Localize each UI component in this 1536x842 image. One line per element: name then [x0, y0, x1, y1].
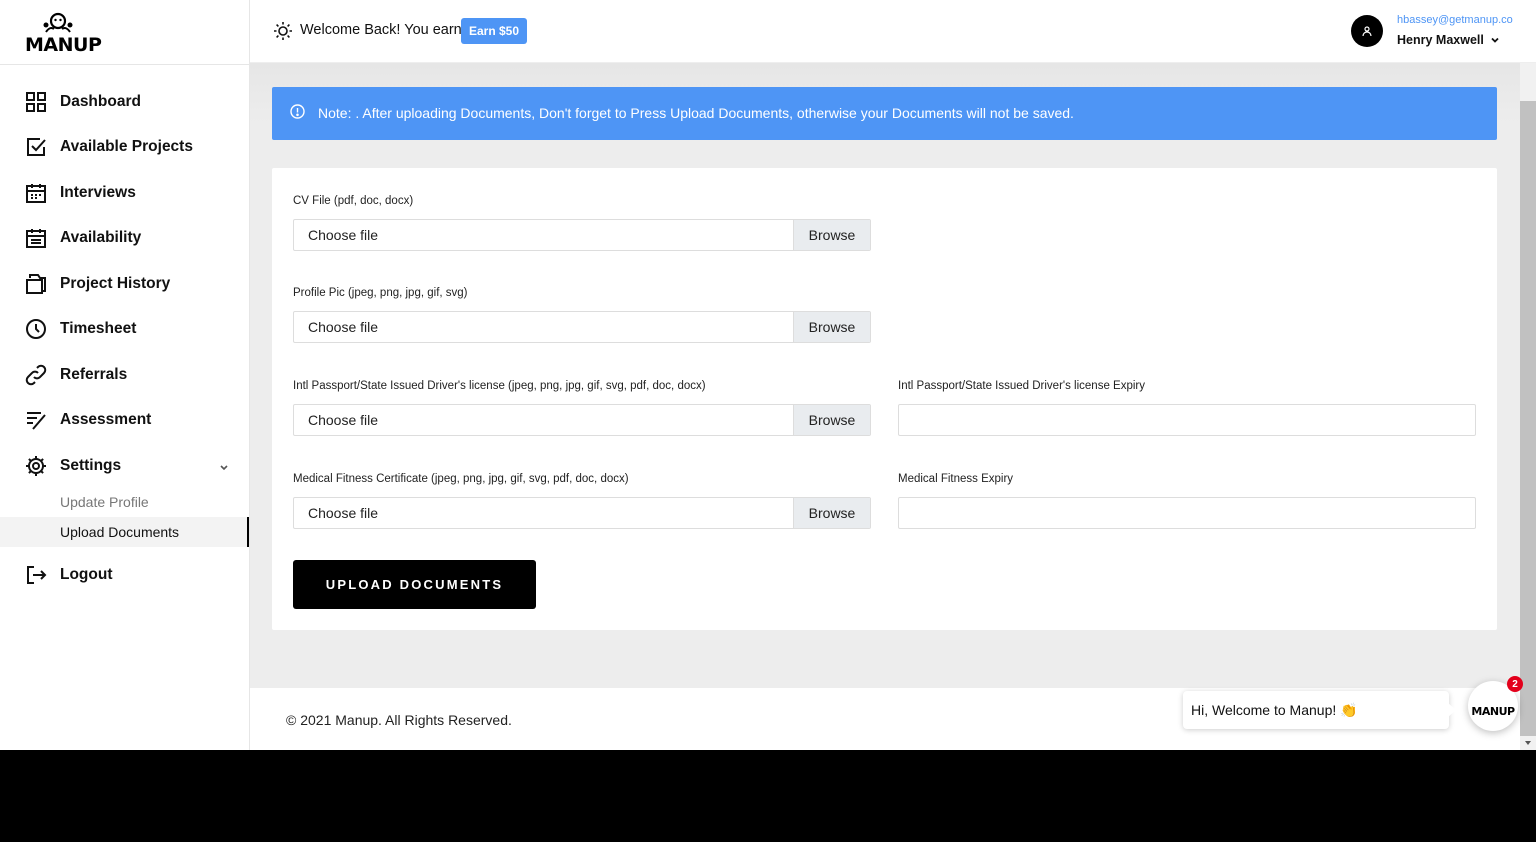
- passport-expiry-label: Intl Passport/State Issued Driver's lice…: [898, 380, 1145, 392]
- profile-pic-file-input[interactable]: Choose file Browse: [293, 311, 871, 343]
- grid-icon: [25, 91, 47, 113]
- link-icon: [25, 364, 47, 386]
- app-window: MANUP Dashboard Available Projects Inter…: [0, 0, 1536, 750]
- browse-button[interactable]: Browse: [793, 220, 870, 250]
- sidebar-item-label: Availability: [60, 229, 142, 246]
- choose-file-text: Choose file: [308, 505, 379, 521]
- sidebar-item-interviews[interactable]: Interviews: [0, 173, 249, 213]
- medical-certificate-label: Medical Fitness Certificate (jpeg, png, …: [293, 473, 629, 485]
- logo-text: MANUP: [25, 34, 102, 56]
- upload-documents-button[interactable]: UPLOAD DOCUMENTS: [293, 560, 536, 609]
- info-icon: [290, 104, 305, 122]
- top-header: Welcome Back! You earn: Earn $50 hbassey…: [250, 0, 1536, 63]
- avatar[interactable]: [1351, 15, 1383, 47]
- folder-icon: [25, 273, 47, 295]
- medical-expiry-field[interactable]: [898, 497, 1476, 529]
- vertical-scrollbar[interactable]: [1520, 63, 1536, 750]
- choose-file-text: Choose file: [308, 319, 379, 335]
- sidebar-item-label: Timesheet: [60, 320, 137, 337]
- medical-expiry-label: Medical Fitness Expiry: [898, 473, 1014, 485]
- sidebar-item-dashboard[interactable]: Dashboard: [0, 82, 249, 122]
- sidebar-item-label: Referrals: [60, 366, 128, 383]
- chat-unread-badge: 2: [1507, 676, 1523, 692]
- scroll-down-arrow-icon[interactable]: [1524, 739, 1532, 747]
- sidebar-subitem-upload-documents[interactable]: Upload Documents: [0, 517, 249, 547]
- browse-button[interactable]: Browse: [793, 405, 870, 435]
- chat-greeting-text: Hi, Welcome to Manup! 👏: [1191, 701, 1358, 718]
- sidebar-divider: [0, 64, 249, 65]
- sidebar-item-settings[interactable]: Settings: [0, 446, 249, 486]
- sidebar-item-label: Interviews: [60, 184, 136, 201]
- clock-icon: [25, 318, 47, 340]
- cv-file-label: CV File (pdf, doc, docx): [293, 195, 414, 207]
- sidebar-item-timesheet[interactable]: Timesheet: [0, 309, 249, 349]
- user-icon: [1362, 26, 1372, 37]
- calendar-icon: [25, 227, 47, 249]
- logo-mark-icon: [43, 12, 73, 33]
- earn-badge[interactable]: Earn $50: [461, 18, 528, 44]
- copyright-text: © 2021 Manup. All Rights Reserved.: [286, 712, 512, 728]
- user-email: hbassey@getmanup.co: [1397, 14, 1513, 26]
- passport-label: Intl Passport/State Issued Driver's lice…: [293, 380, 706, 392]
- sidebar-item-referrals[interactable]: Referrals: [0, 355, 249, 395]
- chevron-down-icon: [1491, 37, 1499, 43]
- sidebar-item-availability[interactable]: Availability: [0, 218, 249, 258]
- sidebar-subitem-label: Update Profile: [60, 494, 149, 510]
- gear-icon: [25, 455, 47, 477]
- list-check-icon: [25, 409, 47, 431]
- logout-icon: [25, 564, 47, 586]
- welcome-text: Welcome Back! You earn:: [300, 22, 466, 38]
- scrollbar-thumb[interactable]: [1520, 101, 1536, 736]
- sidebar-item-assessment[interactable]: Assessment: [0, 400, 249, 440]
- sidebar-item-project-history[interactable]: Project History: [0, 264, 249, 304]
- sidebar-item-logout[interactable]: Logout: [0, 555, 249, 595]
- medical-certificate-file-input[interactable]: Choose file Browse: [293, 497, 871, 529]
- sidebar-item-label: Project History: [60, 275, 171, 292]
- sidebar-subitem-label: Upload Documents: [60, 524, 180, 540]
- chevron-down-icon: [218, 460, 230, 472]
- choose-file-text: Choose file: [308, 227, 379, 243]
- sidebar-item-label: Dashboard: [60, 93, 141, 110]
- passport-file-input[interactable]: Choose file Browse: [293, 404, 871, 436]
- sun-icon[interactable]: [273, 21, 293, 46]
- sidebar-item-available-projects[interactable]: Available Projects: [0, 127, 249, 167]
- upload-documents-form: CV File (pdf, doc, docx) Choose file Bro…: [272, 168, 1497, 630]
- sidebar-item-label: Available Projects: [60, 138, 193, 155]
- profile-pic-label: Profile Pic (jpeg, png, jpg, gif, svg): [293, 287, 468, 299]
- sidebar-item-label: Logout: [60, 566, 113, 583]
- sidebar-item-label: Assessment: [60, 411, 152, 428]
- note-text: Note: . After uploading Documents, Don't…: [318, 105, 1074, 121]
- manup-logo[interactable]: MANUP: [25, 12, 102, 56]
- cv-file-input[interactable]: Choose file Browse: [293, 219, 871, 251]
- main-content: Note: . After uploading Documents, Don't…: [250, 63, 1520, 688]
- user-name: Henry Maxwell: [1397, 33, 1484, 47]
- note-alert: Note: . After uploading Documents, Don't…: [272, 87, 1497, 140]
- sidebar-subitem-update-profile[interactable]: Update Profile: [0, 487, 249, 517]
- passport-expiry-field[interactable]: [898, 404, 1476, 436]
- checkbox-icon: [25, 136, 47, 158]
- choose-file-text: Choose file: [308, 412, 379, 428]
- sidebar-item-label: Settings: [60, 457, 122, 474]
- chat-greeting-bubble[interactable]: Hi, Welcome to Manup! 👏: [1183, 691, 1456, 729]
- chat-logo: MANUP: [1471, 704, 1515, 718]
- browse-button[interactable]: Browse: [793, 312, 870, 342]
- browse-button[interactable]: Browse: [793, 498, 870, 528]
- user-menu[interactable]: Henry Maxwell: [1397, 33, 1500, 47]
- calendar-icon: [25, 182, 47, 204]
- sidebar: MANUP Dashboard Available Projects Inter…: [0, 0, 250, 750]
